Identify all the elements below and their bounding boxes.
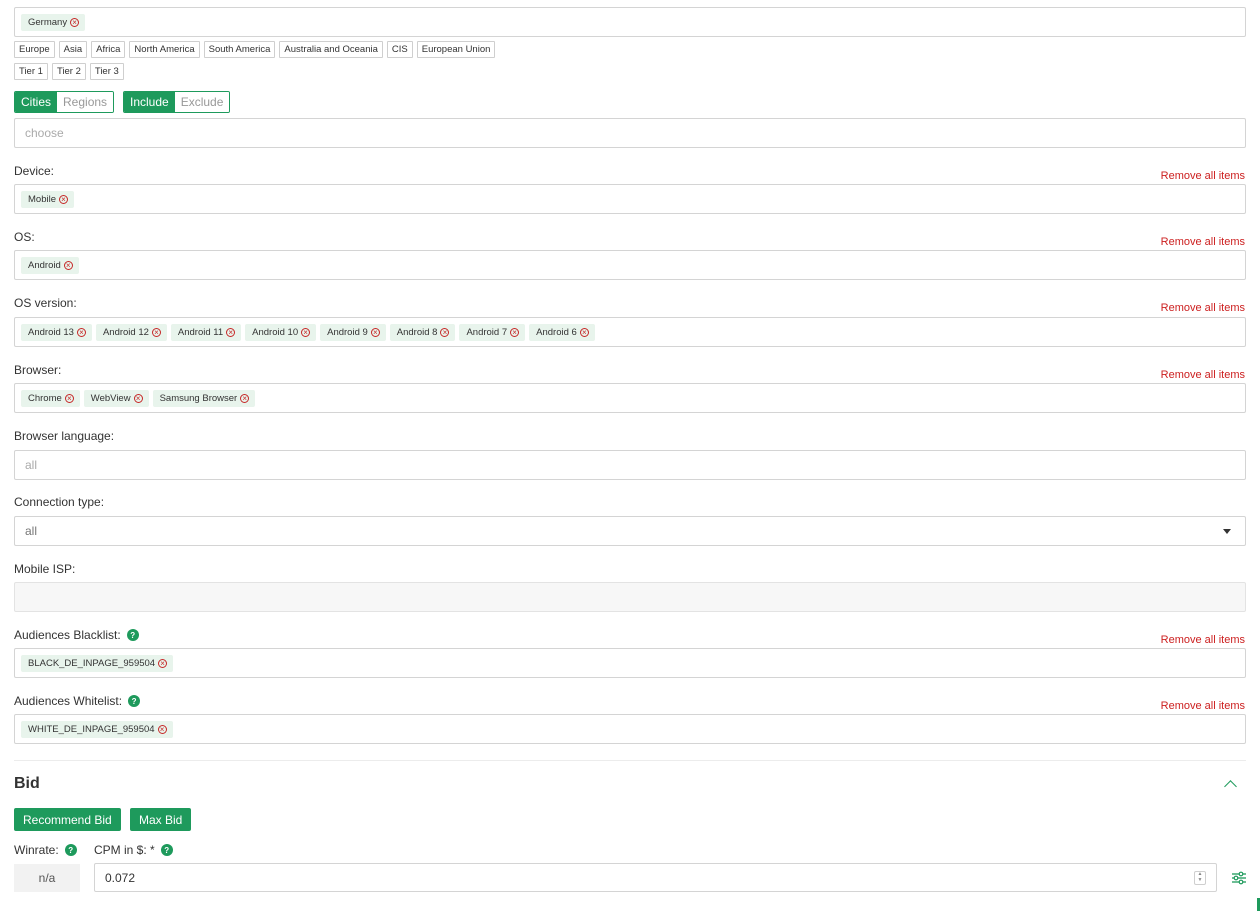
remove-all-device[interactable]: Remove all items xyxy=(1161,170,1245,182)
x-circle-icon[interactable]: × xyxy=(158,658,168,668)
preset-european-union[interactable]: European Union xyxy=(416,41,496,58)
x-circle-icon[interactable]: × xyxy=(510,327,520,337)
tag-chip: Android × xyxy=(21,256,79,274)
browser-select[interactable]: Chrome × WebView × Samsung Browser × xyxy=(14,383,1246,413)
tag-chip: WebView × xyxy=(83,389,149,407)
number-spinner[interactable]: ▲ ▼ xyxy=(1194,870,1206,885)
tag-chip: Germany × xyxy=(21,13,86,31)
tag-chip: Android 7 × xyxy=(459,323,526,341)
preset-cis[interactable]: CIS xyxy=(386,41,413,58)
browser-language-placeholder: all xyxy=(25,458,38,472)
toggle-include[interactable]: Include xyxy=(124,92,175,112)
tag-chip: WHITE_DE_INPAGE_959504 × xyxy=(21,720,173,738)
audiences-whitelist-label: Audiences Whitelist: ? xyxy=(14,694,141,708)
audiences-blacklist-select[interactable]: BLACK_DE_INPAGE_959504 × xyxy=(14,648,1246,678)
cpm-label: CPM in $: * ? xyxy=(94,843,173,857)
remove-all-whitelist[interactable]: Remove all items xyxy=(1161,700,1245,712)
toggle-exclude[interactable]: Exclude xyxy=(174,92,230,112)
tag-chip: Android 8 × xyxy=(389,323,456,341)
browser-label: Browser: xyxy=(14,363,62,377)
os-version-select[interactable]: Android 13 × Android 12 × Android 11 × Andr… xyxy=(14,317,1246,347)
preset-tier-3[interactable]: Tier 3 xyxy=(89,63,124,80)
city-select[interactable]: choose xyxy=(14,118,1246,148)
countries-select[interactable]: Germany × xyxy=(14,7,1246,37)
connection-type-label: Connection type: xyxy=(14,495,105,509)
tag-chip: Chrome × xyxy=(21,389,80,407)
x-circle-icon[interactable]: × xyxy=(151,327,161,337)
remove-all-browser[interactable]: Remove all items xyxy=(1161,369,1245,381)
tag-chip: Android 9 × xyxy=(320,323,386,341)
preset-australia-oceania[interactable]: Australia and Oceania xyxy=(279,41,383,58)
x-circle-icon[interactable]: × xyxy=(240,393,250,403)
x-circle-icon[interactable]: × xyxy=(370,327,380,337)
question-circle-icon[interactable]: ? xyxy=(126,629,139,641)
x-circle-icon[interactable]: × xyxy=(64,393,74,403)
toggle-cities[interactable]: Cities xyxy=(15,92,58,112)
cpm-input[interactable]: 0.072 ▲ ▼ xyxy=(94,863,1217,892)
os-label: OS: xyxy=(14,230,35,244)
tag-chip: Android 10 × xyxy=(245,323,317,341)
mode-toggle: Include Exclude xyxy=(123,91,231,113)
x-circle-icon[interactable]: × xyxy=(579,327,589,337)
tag-chip: Android 12 × xyxy=(95,323,167,341)
region-presets: Europe Asia Africa North America South A… xyxy=(14,41,496,58)
os-select[interactable]: Android × xyxy=(14,250,1246,280)
question-circle-icon[interactable]: ? xyxy=(128,695,141,707)
audiences-blacklist-label: Audiences Blacklist: ? xyxy=(14,628,139,642)
tag-chip: Samsung Browser × xyxy=(152,389,256,407)
remove-all-blacklist[interactable]: Remove all items xyxy=(1161,634,1245,646)
preset-tier-2[interactable]: Tier 2 xyxy=(51,63,86,80)
max-bid-button[interactable]: Max Bid xyxy=(130,808,192,831)
scope-toggle: Cities Regions xyxy=(14,91,115,113)
x-circle-icon[interactable]: × xyxy=(440,327,450,337)
x-circle-icon[interactable]: × xyxy=(70,17,80,27)
browser-language-label: Browser language: xyxy=(14,429,115,443)
preset-north-america[interactable]: North America xyxy=(129,41,200,58)
city-placeholder: choose xyxy=(25,126,64,140)
tag-chip: BLACK_DE_INPAGE_959504 × xyxy=(21,654,174,672)
bid-section-title: Bid xyxy=(14,775,40,792)
x-circle-icon[interactable]: × xyxy=(157,724,167,734)
browser-language-select[interactable]: all xyxy=(14,450,1246,480)
preset-europe[interactable]: Europe xyxy=(14,41,55,58)
device-label: Device: xyxy=(14,164,55,178)
tier-presets: Tier 1 Tier 2 Tier 3 xyxy=(14,63,124,80)
preset-tier-1[interactable]: Tier 1 xyxy=(14,63,48,80)
mobile-isp-label: Mobile ISP: xyxy=(14,562,76,576)
preset-south-america[interactable]: South America xyxy=(203,41,276,58)
os-version-label: OS version: xyxy=(14,296,77,310)
connection-type-select[interactable]: all xyxy=(14,516,1246,546)
winrate-value: n/a xyxy=(14,864,80,892)
device-select[interactable]: Mobile × xyxy=(14,184,1246,214)
winrate-label: Winrate: ? xyxy=(14,843,77,857)
section-divider xyxy=(14,760,1246,761)
preset-asia[interactable]: Asia xyxy=(58,41,88,58)
tag-chip: Android 11 × xyxy=(170,323,242,341)
tag-chip: Android 6 × xyxy=(529,323,595,341)
tag-chip: Android 13 × xyxy=(21,323,92,341)
recommend-bid-button[interactable]: Recommend Bid xyxy=(14,808,121,831)
remove-all-os[interactable]: Remove all items xyxy=(1161,236,1245,248)
preset-africa[interactable]: Africa xyxy=(91,41,126,58)
cpm-value: 0.072 xyxy=(105,870,136,885)
chevron-up-icon[interactable] xyxy=(1224,780,1237,793)
remove-all-os-version[interactable]: Remove all items xyxy=(1161,302,1245,314)
connection-type-value: all xyxy=(25,524,38,538)
x-circle-icon[interactable]: × xyxy=(226,327,236,337)
x-circle-icon[interactable]: × xyxy=(76,327,86,337)
caret-down-icon xyxy=(1223,528,1231,534)
x-circle-icon[interactable]: × xyxy=(63,260,73,270)
x-circle-icon[interactable]: × xyxy=(133,393,143,403)
mobile-isp-select[interactable] xyxy=(14,582,1246,612)
question-circle-icon[interactable]: ? xyxy=(160,844,173,856)
toggle-regions[interactable]: Regions xyxy=(57,92,114,112)
x-circle-icon[interactable]: × xyxy=(59,194,68,204)
question-circle-icon[interactable]: ? xyxy=(64,844,77,856)
audiences-whitelist-select[interactable]: WHITE_DE_INPAGE_959504 × xyxy=(14,714,1246,744)
remove-all-countries[interactable]: Remove all items xyxy=(1161,0,1245,3)
sliders-icon[interactable] xyxy=(1232,871,1246,885)
x-circle-icon[interactable]: × xyxy=(301,327,311,337)
tag-chip: Mobile × xyxy=(21,190,74,208)
